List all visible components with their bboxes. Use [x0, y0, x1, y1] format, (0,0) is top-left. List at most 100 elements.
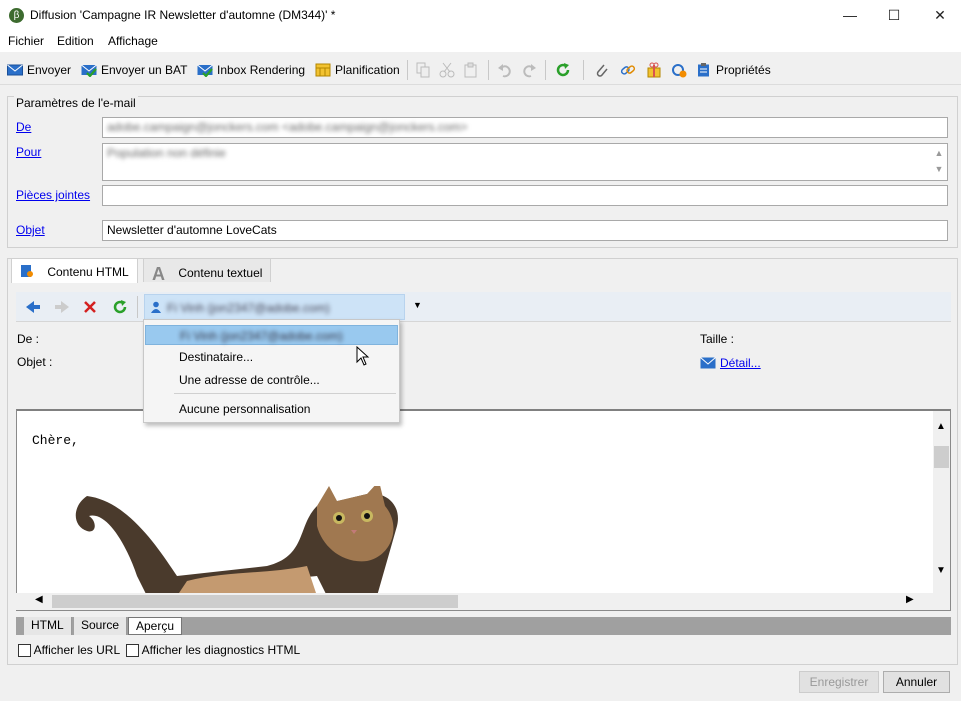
send-proof-label: Envoyer un BAT: [101, 63, 188, 77]
menu-view[interactable]: Affichage: [108, 34, 158, 48]
chevron-down-icon[interactable]: ▼: [936, 565, 946, 576]
email-params-legend: Paramètres de l'e-mail: [14, 96, 138, 110]
chevron-up-icon[interactable]: ▲: [936, 421, 946, 432]
dropdown-item-recipient-profile[interactable]: Fi Vinh (jon2347@adobe.com): [145, 325, 398, 345]
paperclip-icon[interactable]: [594, 62, 610, 78]
tab-html[interactable]: HTML: [24, 617, 72, 635]
show-urls-option[interactable]: Afficher les URL: [18, 643, 121, 658]
html-preview[interactable]: Chère, ▲ ▼: [16, 409, 951, 611]
to-link[interactable]: Pour: [16, 145, 41, 159]
planning-label: Planification: [335, 63, 400, 77]
app-icon: β: [9, 8, 24, 23]
close-button[interactable]: ✕: [917, 0, 961, 31]
chevron-right-icon[interactable]: ▶: [906, 594, 914, 605]
mouse-cursor-icon: [356, 346, 370, 366]
minimize-button[interactable]: —: [827, 0, 873, 31]
preview-horizontal-scrollbar[interactable]: ◀ ▶: [16, 593, 934, 610]
preview-toolbar: Fi Vinh (jon2347@adobe.com) ▼: [16, 292, 951, 322]
header-from-label: De :: [17, 332, 40, 346]
arrow-left-icon[interactable]: [25, 299, 41, 315]
link-icon[interactable]: [620, 62, 636, 78]
menu-bar: Fichier Edition Affichage: [0, 31, 961, 52]
refresh-icon[interactable]: [555, 62, 571, 78]
html-doc-icon: [21, 265, 33, 277]
maximize-button[interactable]: ☐: [871, 0, 917, 31]
envelope-check-icon: [197, 64, 213, 77]
inbox-rendering-label: Inbox Rendering: [217, 63, 306, 77]
view-mode-bar: HTML Source Aperçu: [16, 617, 951, 635]
show-diagnostics-checkbox[interactable]: [126, 644, 139, 658]
dropdown-item-label: Fi Vinh (jon2347@adobe.com): [180, 329, 343, 343]
subject-link[interactable]: Objet: [16, 223, 45, 237]
dropdown-separator: [174, 393, 396, 394]
target-check-icon[interactable]: [671, 62, 687, 78]
person-icon: [151, 301, 161, 313]
recipient-select[interactable]: Fi Vinh (jon2347@adobe.com): [144, 294, 405, 320]
send-button[interactable]: Envoyer: [7, 62, 71, 78]
dropdown-item-no-personalization[interactable]: Aucune personnalisation: [145, 399, 398, 419]
recipient-value: Fi Vinh (jon2347@adobe.com): [167, 301, 330, 315]
gift-icon[interactable]: [646, 62, 662, 78]
from-value: adobe.campaign@jonckers.com <adobe.campa…: [107, 120, 468, 134]
menu-edit[interactable]: Edition: [57, 34, 94, 48]
scroll-thumb[interactable]: [52, 595, 458, 608]
to-field-scrollbar[interactable]: ▲ ▼: [932, 145, 946, 179]
from-field[interactable]: adobe.campaign@jonckers.com <adobe.campa…: [102, 117, 948, 138]
preview-greeting: Chère,: [32, 433, 79, 448]
dropdown-item-test-address[interactable]: Une adresse de contrôle...: [145, 370, 398, 390]
tab-text-content[interactable]: A Contenu textuel: [143, 258, 272, 284]
properties-label: Propriétés: [716, 63, 771, 77]
attachments-link[interactable]: Pièces jointes: [16, 188, 90, 202]
delete-x-icon[interactable]: [83, 300, 97, 314]
show-diagnostics-option[interactable]: Afficher les diagnostics HTML: [126, 643, 301, 658]
show-urls-label: Afficher les URL: [33, 643, 121, 657]
envelope-check-icon: [81, 64, 97, 77]
paste-icon[interactable]: [463, 62, 479, 78]
toolbar-separator: [137, 296, 138, 318]
toolbar-separator: [545, 60, 546, 80]
cancel-button[interactable]: Annuler: [883, 671, 950, 693]
subject-field[interactable]: Newsletter d'automne LoveCats: [102, 220, 948, 241]
tab-html-label: Contenu HTML: [47, 265, 129, 279]
save-button[interactable]: Enregistrer: [799, 671, 879, 693]
tab-html-content[interactable]: Contenu HTML: [11, 258, 138, 283]
from-link[interactable]: De: [16, 120, 31, 134]
send-proof-button[interactable]: Envoyer un BAT: [81, 62, 187, 78]
tab-text-label: Contenu textuel: [178, 266, 263, 280]
toolbar-separator: [407, 60, 408, 80]
preview-vertical-scrollbar[interactable]: ▲ ▼: [933, 411, 950, 610]
cut-icon[interactable]: [439, 62, 455, 78]
planning-button[interactable]: Planification: [315, 62, 400, 78]
menu-file[interactable]: Fichier: [8, 34, 44, 48]
header-subject-label: Objet :: [17, 355, 53, 369]
attachments-field[interactable]: [102, 185, 948, 206]
arrow-right-icon[interactable]: [54, 299, 70, 315]
header-size-label: Taille :: [700, 332, 735, 346]
refresh-icon[interactable]: [112, 299, 128, 315]
window-title: Diffusion 'Campagne IR Newsletter d'auto…: [30, 8, 336, 22]
toolbar-separator: [583, 60, 584, 80]
title-bar: β Diffusion 'Campagne IR Newsletter d'au…: [0, 0, 961, 31]
properties-button[interactable]: Propriétés: [696, 62, 771, 78]
detail-link[interactable]: Détail...: [720, 356, 761, 370]
to-value: Population non définie: [107, 146, 226, 160]
chevron-left-icon[interactable]: ◀: [35, 594, 43, 605]
tab-source[interactable]: Source: [74, 617, 128, 635]
show-urls-checkbox[interactable]: [18, 644, 31, 658]
chevron-down-icon[interactable]: ▼: [413, 300, 422, 310]
to-field[interactable]: Population non définie ▲ ▼: [102, 143, 948, 181]
inbox-rendering-button[interactable]: Inbox Rendering: [197, 62, 305, 78]
redo-icon[interactable]: [521, 62, 537, 78]
scroll-thumb[interactable]: [934, 446, 949, 468]
main-toolbar: Envoyer Envoyer un BAT Inbox Rendering P…: [0, 55, 961, 85]
undo-icon[interactable]: [497, 62, 513, 78]
clipboard-icon: [698, 63, 709, 77]
recipient-dropdown-menu: Fi Vinh (jon2347@adobe.com) Destinataire…: [143, 319, 400, 423]
envelope-icon: [7, 64, 23, 76]
send-label: Envoyer: [27, 63, 72, 77]
tab-preview[interactable]: Aperçu: [128, 617, 183, 635]
copy-icon[interactable]: [415, 62, 431, 78]
show-diagnostics-label: Afficher les diagnostics HTML: [141, 643, 301, 657]
calendar-icon: [315, 63, 331, 77]
cat-image: [75, 486, 398, 596]
